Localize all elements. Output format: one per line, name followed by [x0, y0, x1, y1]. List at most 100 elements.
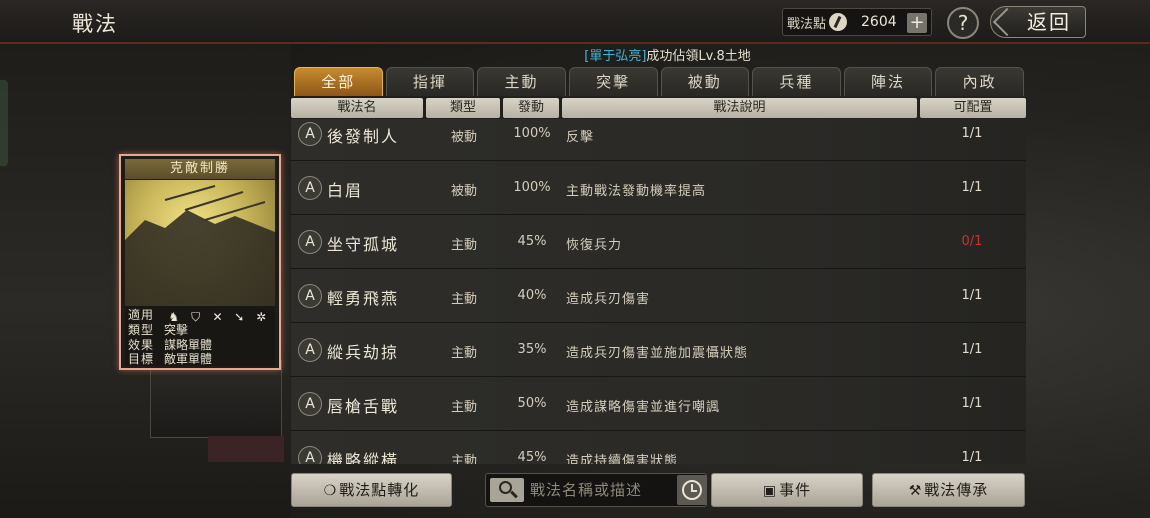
card-stack-background [150, 360, 282, 438]
tactic-rate: 35% [517, 342, 547, 357]
convert-points-button[interactable]: ❍ 戰法點轉化 [291, 473, 452, 507]
events-scroll-icon: ▣ [762, 483, 778, 499]
tactic-type: 被動 [450, 130, 477, 145]
add-points-button[interactable]: + [907, 13, 927, 33]
tactic-points-icon [829, 13, 848, 31]
card-effect-value: 謀略單體 [164, 338, 213, 352]
tactic-points-value: 2604 [861, 14, 897, 30]
tactics-list[interactable]: A 後發制人 被動 100% 反擊 1/1 A 白眉 被動 100% 主動戰法發… [291, 119, 1026, 464]
card-type-row: 類型 突擊 [128, 323, 188, 338]
search-input[interactable] [530, 474, 660, 506]
table-row[interactable]: A 白眉 被動 100% 主動戰法發動機率提高 1/1 [291, 161, 1026, 215]
tactic-type: 主動 [450, 400, 477, 415]
tactic-description: 恢復兵力 [566, 238, 623, 253]
inherit-tactic-button[interactable]: ⚒ 戰法傳承 [872, 473, 1025, 507]
back-arrow-icon [992, 7, 1022, 37]
grade-badge: A [298, 230, 322, 254]
card-type-label: 類型 [128, 323, 155, 337]
tactic-available: 1/1 [961, 396, 983, 411]
category-tabs: 全部 指揮 主動 突擊 被動 兵種 陣法 內政 [294, 67, 1024, 96]
tab-troop-type[interactable]: 兵種 [752, 67, 841, 96]
cavalry-icon: ♞ [168, 310, 180, 324]
search-icon[interactable] [490, 478, 524, 502]
table-row[interactable]: A 機略縱橫 主動 45% 造成持續傷害狀態 1/1 [291, 431, 1026, 464]
tab-domestic[interactable]: 內政 [935, 67, 1024, 96]
tactic-description: 造成兵刃傷害 [566, 292, 651, 307]
card-title: 克敵制勝 [125, 159, 275, 179]
events-label: 事件 [779, 481, 812, 499]
back-button-label: 返回 [1027, 10, 1071, 34]
card-effect-label: 效果 [128, 338, 155, 352]
grade-badge: A [298, 338, 322, 362]
card-effect-row: 效果 謀略單體 [128, 338, 212, 353]
tactic-type: 主動 [450, 454, 477, 464]
events-button[interactable]: ▣ 事件 [711, 473, 863, 507]
tactic-type: 主動 [450, 292, 477, 307]
notification-text: 成功佔領Lv.8土地 [646, 49, 751, 64]
column-name[interactable]: 戰法名 [291, 98, 423, 118]
table-row[interactable]: A 縱兵劫掠 主動 35% 造成兵刃傷害並施加震懾狀態 1/1 [291, 323, 1026, 377]
tactic-name: 機略縱橫 [327, 451, 400, 464]
column-available[interactable]: 可配置 [920, 98, 1026, 118]
history-clock-icon[interactable] [677, 475, 707, 505]
grade-badge: A [298, 446, 322, 464]
tactic-name: 輕勇飛燕 [327, 289, 400, 308]
tab-assault[interactable]: 突擊 [568, 67, 658, 96]
tab-passive[interactable]: 被動 [660, 67, 750, 96]
back-button[interactable]: 返回 [990, 6, 1086, 38]
card-target-label: 目標 [128, 352, 155, 366]
grade-badge: A [298, 122, 322, 146]
card-info-panel: 適用 ♞ ⛉ ✕ ➘ ✲ 類型 突擊 效果 謀略單體 目標 敵軍單體 [125, 306, 275, 366]
spear-icon: ➘ [234, 310, 245, 324]
tactic-type: 主動 [450, 346, 477, 361]
tab-formation[interactable]: 陣法 [843, 67, 933, 96]
tactic-available: 1/1 [961, 342, 983, 357]
tactic-description: 主動戰法發動機率提高 [566, 184, 707, 199]
tactic-description: 造成兵刃傷害並施加震懾狀態 [566, 346, 749, 361]
table-row[interactable]: A 後發制人 被動 100% 反擊 1/1 [291, 119, 1026, 161]
tactic-name: 後發制人 [327, 127, 400, 146]
tab-command[interactable]: 指揮 [385, 67, 475, 96]
help-button[interactable]: ? [947, 7, 979, 39]
grade-badge: A [298, 176, 322, 200]
column-description: 戰法說明 [562, 98, 917, 118]
tactic-available: 0/1 [961, 234, 983, 249]
cavalry-charge-illustration [125, 185, 275, 306]
column-rate[interactable]: 發動 [503, 98, 559, 118]
tactic-type: 被動 [450, 184, 477, 199]
inherit-tactic-label: 戰法傳承 [924, 481, 989, 499]
card-type-value: 突擊 [164, 323, 189, 337]
card-target-row: 目標 敵軍單體 [128, 352, 212, 367]
tactic-description: 造成謀略傷害並進行嘲諷 [566, 400, 721, 415]
tab-all[interactable]: 全部 [294, 67, 383, 96]
tactic-card[interactable]: 克敵制勝 適用 ♞ ⛉ ✕ ➘ ✲ 類型 突擊 效果 謀略單體 目標 敵軍單體 [119, 154, 281, 370]
table-row[interactable]: A 輕勇飛燕 主動 40% 造成兵刃傷害 1/1 [291, 269, 1026, 323]
tactic-points-display: 戰法點 2604 + [782, 8, 932, 36]
shield-icon: ⛉ [191, 310, 201, 324]
crossbow-icon: ✕ [212, 310, 223, 324]
tab-active[interactable]: 主動 [477, 67, 566, 96]
table-row[interactable]: A 唇槍舌戰 主動 50% 造成謀略傷害並進行嘲諷 1/1 [291, 377, 1026, 431]
tactic-available: 1/1 [961, 288, 983, 303]
table-row[interactable]: A 坐守孤城 主動 45% 恢復兵力 0/1 [291, 215, 1026, 269]
notification-banner: [單于弘亮]成功佔領Lv.8土地 [0, 45, 1150, 64]
tactic-type: 主動 [450, 238, 477, 253]
tactic-available: 1/1 [961, 126, 983, 141]
tactic-rate: 100% [513, 180, 551, 195]
hammer-icon: ⚒ [908, 483, 923, 499]
points-drop-icon: ❍ [323, 483, 338, 499]
tactic-available: 1/1 [961, 450, 983, 464]
tactic-rate: 50% [517, 396, 547, 411]
tactic-description: 反擊 [566, 130, 595, 145]
tactic-rate: 45% [517, 450, 547, 464]
card-applies-label: 適用 [128, 308, 155, 322]
column-type[interactable]: 類型 [426, 98, 500, 118]
side-drawer-handle[interactable] [0, 80, 8, 166]
tactic-points-label: 戰法點 [787, 16, 827, 32]
search-bar [485, 473, 707, 507]
tactic-rate: 45% [517, 234, 547, 249]
card-target-value: 敵軍單體 [164, 352, 213, 366]
grade-badge: A [298, 284, 322, 308]
tactic-name: 白眉 [327, 181, 364, 200]
tactic-name: 坐守孤城 [327, 235, 400, 254]
